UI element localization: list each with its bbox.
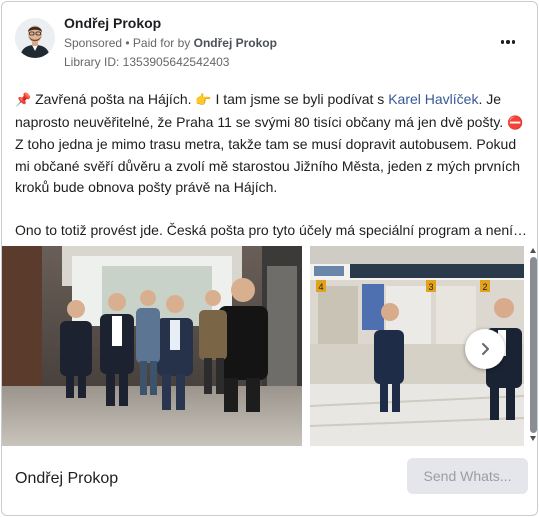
pushpin-icon: 📌 <box>15 93 32 108</box>
chevron-right-icon <box>482 343 489 355</box>
library-id: Library ID: 1353905642542403 <box>64 55 230 69</box>
post-line-4: mi občané svěří důvěru a zvolí mě staros… <box>15 157 521 174</box>
scrollbar-thumb[interactable] <box>530 257 537 433</box>
carousel-next-button[interactable] <box>465 329 505 369</box>
paid-for-name: Ondřej Prokop <box>193 36 277 50</box>
avatar-portrait-icon <box>15 18 55 58</box>
paid-for-label: Paid for by <box>132 36 194 50</box>
sponsored-label: Sponsored <box>64 36 123 50</box>
counter-number-3: 3 <box>428 282 433 292</box>
separator-dot: • <box>122 36 133 50</box>
send-whatsapp-button[interactable]: Send Whats... <box>407 458 528 494</box>
more-dots-icon <box>500 40 505 44</box>
avatar[interactable] <box>15 18 55 58</box>
post-text: 📌 Zavřená pošta na Hájích. 👉 I tam jsme … <box>15 89 529 242</box>
counter-number-4: 4 <box>318 282 323 292</box>
group-walking-photo-icon <box>2 246 302 446</box>
scroll-down-arrow-icon[interactable] <box>530 436 536 441</box>
post-line-2: naprosto neuvěřitelné, že Praha 11 se sv… <box>15 113 524 131</box>
ad-card: Ondřej Prokop Sponsored • Paid for by On… <box>1 1 538 516</box>
post-line-1: 📌 Zavřená pošta na Hájích. 👉 I tam jsme … <box>15 91 502 108</box>
post-line-5: kroků bude obnova pošty právě na Hájích. <box>15 179 278 195</box>
mention-link[interactable]: Karel Havlíček <box>388 91 478 107</box>
carousel-photo-1[interactable] <box>2 246 302 446</box>
scrollbar[interactable] <box>529 247 537 443</box>
no-entry-icon: ⛔ <box>507 115 524 131</box>
sponsored-line: Sponsored • Paid for by Ondřej Prokop <box>64 36 277 50</box>
pointing-hand-icon: 👉 <box>195 93 212 108</box>
footer-page-name[interactable]: Ondřej Prokop <box>15 470 118 488</box>
image-carousel[interactable]: 4 3 2 <box>2 246 537 448</box>
counter-number-2: 2 <box>482 282 487 292</box>
page-name[interactable]: Ondřej Prokop <box>64 15 161 31</box>
more-options-button[interactable] <box>495 32 521 52</box>
post-line-6[interactable]: Ono to totiž provést jde. Česká pošta pr… <box>15 220 529 242</box>
post-line-3: Z toho jedna je mimo trasu metra, takže … <box>15 136 517 152</box>
scroll-up-arrow-icon[interactable] <box>530 248 536 253</box>
